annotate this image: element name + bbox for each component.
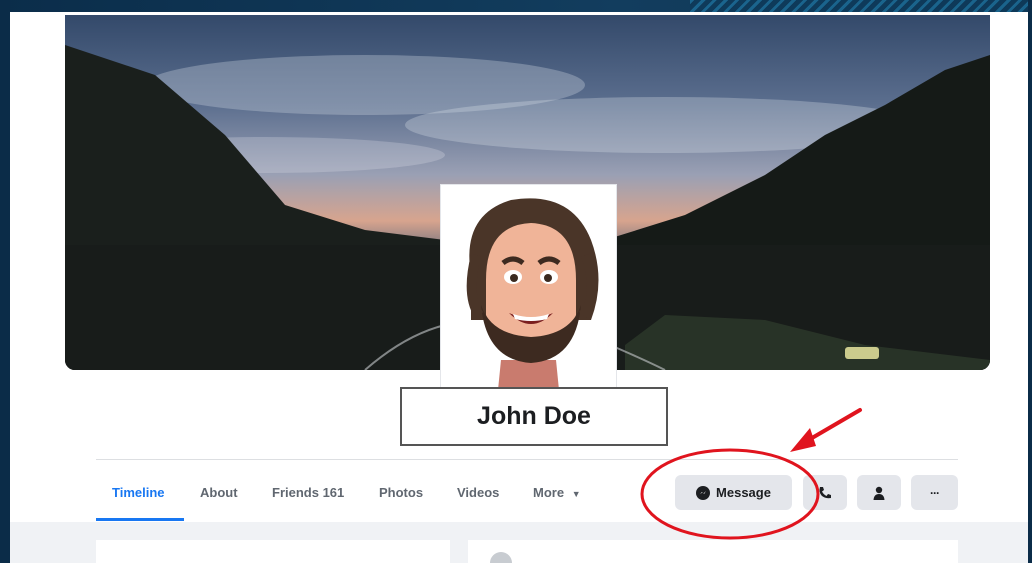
profile-page: John Doe Timeline About Friends 161 Phot…: [10, 12, 1028, 563]
profile-name: John Doe: [400, 387, 668, 446]
tab-more-label: More: [533, 485, 565, 500]
profile-header: John Doe Timeline About Friends 161 Phot…: [10, 12, 1028, 522]
tab-divider: [96, 459, 958, 460]
phone-icon: [819, 486, 831, 498]
profile-picture[interactable]: [440, 184, 617, 391]
tab-about[interactable]: About: [200, 485, 238, 500]
person-icon: [873, 486, 885, 500]
frame-decoration: [690, 0, 1032, 12]
ellipsis-icon: ···: [930, 485, 940, 500]
tab-videos[interactable]: Videos: [457, 485, 499, 500]
messenger-icon: [696, 485, 711, 500]
avatar-thumbnail: [490, 552, 512, 563]
window-left-frame: [0, 0, 10, 563]
post-composer-card[interactable]: [468, 540, 958, 563]
caret-down-icon: ▼: [571, 489, 581, 499]
tab-timeline[interactable]: Timeline: [112, 485, 165, 500]
intro-card: [96, 540, 450, 563]
more-options-button[interactable]: ···: [911, 475, 958, 510]
tab-friends[interactable]: Friends 161: [272, 485, 344, 500]
call-button[interactable]: [803, 475, 847, 510]
friend-button[interactable]: [857, 475, 901, 510]
active-tab-indicator: [96, 518, 184, 521]
message-button[interactable]: Message: [675, 475, 792, 510]
tab-photos[interactable]: Photos: [379, 485, 423, 500]
tab-more[interactable]: More ▼: [533, 485, 581, 500]
avatar-illustration: [441, 185, 616, 390]
window-right-frame: [1028, 0, 1032, 563]
message-button-label: Message: [716, 485, 771, 500]
